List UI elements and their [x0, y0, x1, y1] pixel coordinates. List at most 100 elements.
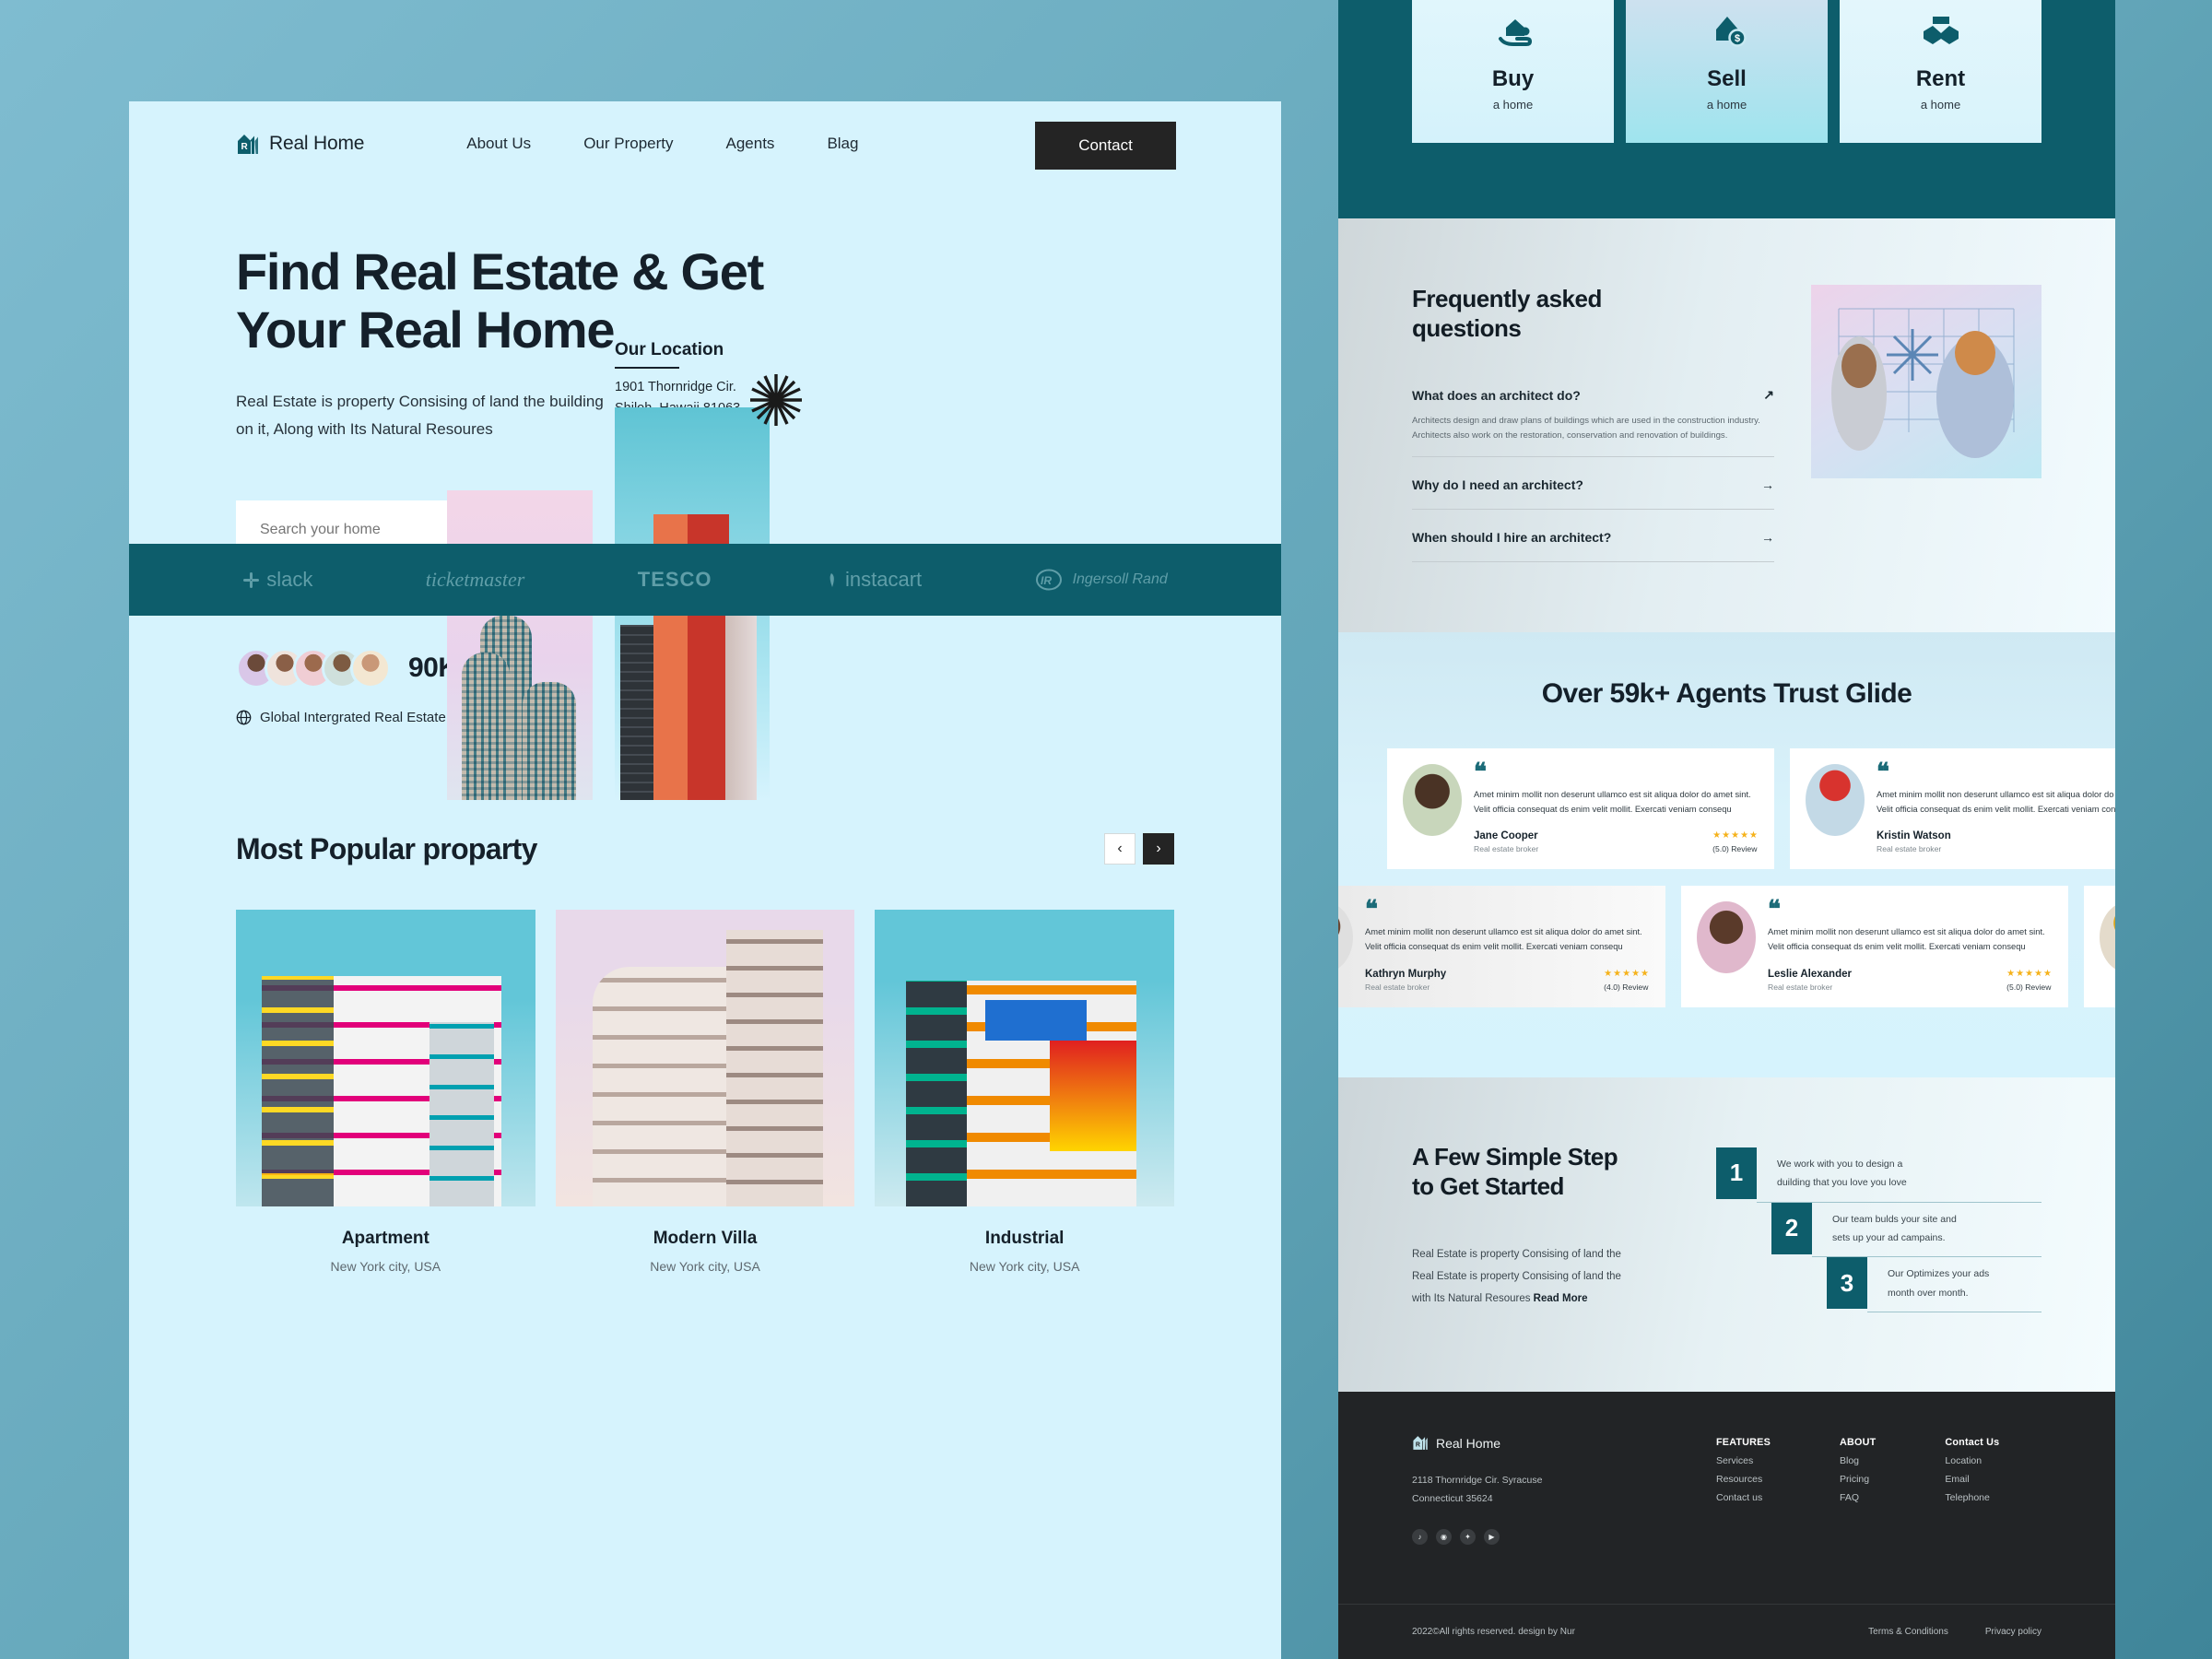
- contact-button[interactable]: Contact: [1035, 122, 1176, 170]
- faq-item[interactable]: What does an architect do? ↗ Architects …: [1412, 367, 1774, 457]
- action-card-sell[interactable]: $ Sell a home: [1626, 0, 1828, 143]
- testimonial-text: Amet minim mollit non deserunt ullamco e…: [1877, 788, 2115, 814]
- footer-link[interactable]: Services: [1716, 1455, 1771, 1466]
- right-page-panel: Buy a home $ Sell a home Rent a home Fre…: [1338, 0, 2115, 1659]
- footer-link[interactable]: Pricing: [1840, 1474, 1876, 1485]
- faq-item[interactable]: Why do I need an architect? →: [1412, 457, 1774, 510]
- action-card-buy[interactable]: Buy a home: [1412, 0, 1614, 143]
- read-more-link[interactable]: Read More: [1534, 1293, 1588, 1304]
- section-header: Most Popular proparty ‹ ›: [236, 832, 1174, 866]
- twitter-icon[interactable]: ✦: [1460, 1529, 1476, 1546]
- footer-brand-name: Real Home: [1436, 1435, 1501, 1451]
- footer-bottom-bar: 2022©All rights reserved. design by Nur …: [1338, 1604, 2115, 1659]
- instagram-icon[interactable]: ◉: [1436, 1529, 1452, 1546]
- footer-link[interactable]: Telephone: [1945, 1492, 1999, 1503]
- hero-image-towers: [447, 490, 593, 800]
- footer-link[interactable]: FAQ: [1840, 1492, 1876, 1503]
- brand-label: Ingersoll Rand: [1072, 571, 1168, 587]
- steps-desc-line3: with Its Natural Resoures: [1412, 1293, 1531, 1305]
- property-card[interactable]: Apartment New York city, USA: [236, 909, 535, 1274]
- youtube-icon[interactable]: ▶: [1484, 1529, 1500, 1546]
- nav-item-blag[interactable]: Blag: [827, 135, 858, 153]
- step-text: We work with you to design a duilding th…: [1757, 1147, 2041, 1203]
- testimonial-name: Kristin Watson: [1877, 830, 1951, 842]
- action-subtitle: a home: [1492, 98, 1534, 112]
- property-location: New York city, USA: [969, 1258, 1080, 1274]
- steps-title-line1: A Few Simple Step: [1412, 1142, 1618, 1171]
- footer-link[interactable]: Blog: [1840, 1455, 1876, 1466]
- rating-stars: ★★★★★: [1604, 968, 1650, 979]
- step-item: 2 Our team bulds your site and sets up y…: [1771, 1202, 2041, 1258]
- hero-title-line2: Your Real Home: [236, 300, 616, 359]
- testimonial-role: Real estate broker: [1474, 844, 1539, 854]
- property-name: Modern Villa: [653, 1228, 758, 1248]
- steps-description: Real Estate is property Consising of lan…: [1412, 1243, 1688, 1310]
- property-image: [236, 909, 535, 1206]
- brand-logo[interactable]: R Real Home: [236, 132, 364, 157]
- nav-item-about-us[interactable]: About Us: [466, 135, 531, 153]
- step-text: Our team bulds your site and sets up you…: [1812, 1203, 2041, 1258]
- terms-link[interactable]: Terms & Conditions: [1868, 1627, 1948, 1637]
- footer-link[interactable]: Email: [1945, 1474, 1999, 1485]
- action-card-rent[interactable]: Rent a home: [1840, 0, 2041, 143]
- brand-label: instacart: [844, 568, 923, 591]
- testimonial-card: ❝ Amet minim mollit non deserunt ullamco…: [2084, 886, 2115, 1007]
- testimonial-role: Real estate broker: [1768, 982, 1833, 992]
- arrow-right-icon[interactable]: →: [1761, 530, 1774, 545]
- ir-badge-icon: IR: [1035, 569, 1062, 591]
- testimonial-role: Real estate broker: [1877, 844, 1942, 854]
- avatar: [1403, 763, 1462, 836]
- brand-logo-ingersoll-rand: IR Ingersoll Rand: [1035, 569, 1168, 591]
- chevron-right-icon[interactable]: ›: [1143, 833, 1174, 865]
- nav-item-agents[interactable]: Agents: [726, 135, 775, 153]
- brand-logo-slack: slack: [242, 568, 312, 592]
- arrow-right-icon[interactable]: →: [1761, 477, 1774, 492]
- faq-answer: Architects design and draw plans of buil…: [1412, 416, 1760, 441]
- location-line1: 1901 Thornridge Cir.: [615, 379, 736, 394]
- testimonial-name: Kathryn Murphy: [1365, 968, 1447, 980]
- handshake-icon: [1840, 2, 2041, 50]
- brand-logo-tesco: TESCO: [637, 568, 712, 591]
- footer-column-heading: Contact Us: [1945, 1437, 2000, 1449]
- property-card[interactable]: Modern Villa New York city, USA: [555, 909, 855, 1274]
- action-subtitle: a home: [1706, 98, 1747, 112]
- slack-icon: [243, 571, 260, 588]
- footer-link[interactable]: Location: [1945, 1455, 1999, 1466]
- testimonial-card: ❝ Amet minim mollit non deserunt ullamco…: [1681, 886, 2068, 1007]
- review-score: (5.0) Review: [2006, 982, 2052, 992]
- testimonial-text: Amet minim mollit non deserunt ullamco e…: [1768, 926, 2045, 952]
- review-score: (4.0) Review: [1604, 982, 1649, 992]
- nav-item-our-property[interactable]: Our Property: [583, 135, 673, 153]
- arrow-up-right-icon[interactable]: ↗: [1763, 387, 1774, 403]
- testimonial-row: ❝ Amet minim mollit non deserunt ullamco…: [1338, 886, 2115, 1007]
- footer-column-heading: FEATURES: [1716, 1437, 1771, 1449]
- testimonial-card: ❝ Amet minim mollit non deserunt ullamco…: [1338, 886, 1665, 1007]
- faq-title-line2: questions: [1412, 313, 1522, 342]
- rating-stars: ★★★★★: [1712, 830, 1759, 841]
- quote-mark-icon: ❝: [1768, 896, 1781, 924]
- footer-column-about: ABOUT Blog Pricing FAQ: [1840, 1437, 1876, 1545]
- globe-icon: [236, 710, 252, 725]
- property-image: [875, 909, 1175, 1206]
- quote-mark-icon: ❝: [1877, 758, 1889, 785]
- avatar: [350, 647, 391, 688]
- faq-item[interactable]: When should I hire an architect? →: [1412, 510, 1774, 562]
- brand-label: slack: [266, 568, 313, 591]
- step-item: 1 We work with you to design a duilding …: [1716, 1147, 2041, 1203]
- property-name: Industrial: [984, 1228, 1065, 1248]
- property-location: New York city, USA: [650, 1258, 760, 1274]
- privacy-link[interactable]: Privacy policy: [1985, 1627, 2041, 1637]
- chevron-left-icon[interactable]: ‹: [1104, 833, 1135, 865]
- faq-section: Frequently asked questions What does an …: [1338, 218, 2115, 632]
- property-card[interactable]: Industrial New York city, USA: [875, 909, 1175, 1274]
- footer-link[interactable]: Resources: [1716, 1474, 1771, 1485]
- quote-mark-icon: ❝: [1474, 758, 1487, 785]
- testimonials-title: Over 59k+ Agents Trust Glide: [1541, 677, 1912, 709]
- footer-link[interactable]: Contact us: [1716, 1492, 1771, 1503]
- tiktok-icon[interactable]: ♪: [1412, 1529, 1428, 1546]
- property-image: [555, 909, 855, 1206]
- avatar: [2100, 901, 2115, 974]
- footer-logo[interactable]: R Real Home: [1412, 1434, 1716, 1452]
- testimonial-text: Amet minim mollit non deserunt ullamco e…: [1365, 926, 1642, 952]
- steps-title-line2: to Get Started: [1412, 1171, 1564, 1200]
